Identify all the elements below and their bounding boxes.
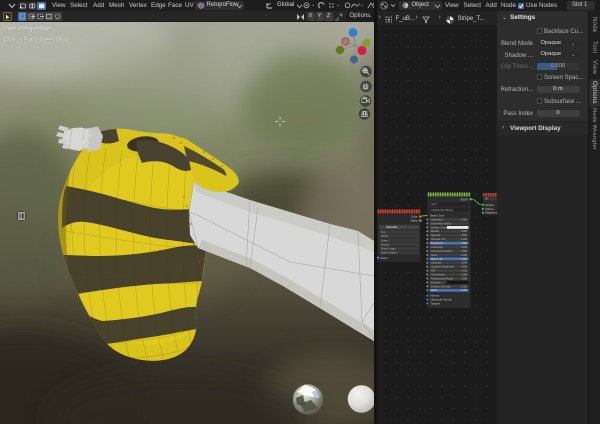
svg-text:0.000: 0.000 — [461, 238, 468, 241]
svg-text:0.000: 0.000 — [461, 277, 468, 280]
svg-text:0.500: 0.500 — [461, 234, 468, 237]
svg-text:0.000: 0.000 — [461, 273, 468, 276]
svg-text:Base Color: Base Color — [430, 213, 444, 217]
svg-text:Tangent: Tangent — [430, 301, 440, 305]
svg-text:(0) F_uBody_BeeTShirt: (0) F_uBody_BeeTShirt — [4, 37, 69, 44]
svg-text:Emission Strength: Emission Strength — [431, 285, 451, 288]
svg-text:BSDF: BSDF — [460, 197, 468, 201]
svg-text:Alpha: Alpha — [410, 218, 418, 222]
svg-text:Vector: Vector — [380, 255, 388, 259]
svg-text:Displacem...: Displacem... — [485, 210, 498, 214]
svg-text:1.000: 1.000 — [461, 289, 468, 292]
svg-text:0.000: 0.000 — [461, 230, 468, 233]
svg-text:0.030: 0.030 — [461, 265, 468, 268]
svg-text:Specular Tint: Specular Tint — [431, 238, 445, 241]
svg-text:Sheen Tint: Sheen Tint — [431, 257, 443, 260]
svg-text:Normal: Normal — [430, 293, 439, 297]
svg-text:Manual3: Manual3 — [386, 225, 397, 229]
svg-text:Clearcoat: Clearcoat — [431, 261, 442, 264]
svg-text:User Perspective: User Perspective — [4, 26, 52, 33]
svg-text:Anisotropic: Anisotropic — [431, 245, 444, 248]
svg-text:Transmission: Transmission — [431, 273, 446, 276]
svg-text:Sheen: Sheen — [431, 253, 439, 256]
svg-text:sRGB: sRGB — [381, 235, 388, 238]
svg-text:IOR: IOR — [431, 269, 436, 272]
svg-text:Single Image: Single Image — [381, 247, 396, 250]
svg-text:1.450: 1.450 — [461, 269, 468, 272]
svg-text:Clearcoat Normal: Clearcoat Normal — [430, 297, 451, 301]
svg-text:Surface: Surface — [485, 202, 494, 206]
svg-text:0.500: 0.500 — [461, 257, 468, 260]
svg-text:Subsurface Radius: Subsurface Radius — [431, 222, 452, 225]
svg-text:Transmission Rough...: Transmission Rough... — [431, 277, 455, 280]
svg-text:Volume: Volume — [485, 206, 494, 210]
svg-text:Christensen-Burley: Christensen-Burley — [431, 207, 454, 211]
svg-text:0.000: 0.000 — [461, 218, 468, 221]
svg-text:Specular: Specular — [431, 234, 441, 237]
svg-text:Subsurface: Subsurface — [431, 218, 444, 221]
svg-text:Emission: Emission — [431, 281, 441, 284]
svg-text:Alpha: Alpha — [431, 289, 438, 292]
svg-text:1.000: 1.000 — [461, 285, 468, 288]
svg-text:0.500: 0.500 — [461, 242, 468, 245]
svg-text:All: All — [485, 197, 488, 200]
svg-text:GGX: GGX — [431, 202, 437, 206]
svg-text:0.000: 0.000 — [461, 245, 468, 248]
svg-text:0.000: 0.000 — [461, 253, 468, 256]
svg-text:Alpha Straight: Alpha Straight — [381, 251, 397, 254]
svg-text:0.000: 0.000 — [461, 249, 468, 252]
svg-text:Repeat: Repeat — [381, 243, 389, 246]
svg-text:Metallic: Metallic — [431, 230, 440, 233]
svg-text:Roughness: Roughness — [431, 242, 444, 245]
svg-text:Subsurf. Color: Subsurf. Color — [431, 226, 446, 229]
svg-text:Clearcoat Roughness: Clearcoat Roughness — [431, 265, 455, 268]
svg-text:Linear: Linear — [381, 239, 388, 242]
svg-text:Flat: Flat — [381, 231, 385, 234]
svg-text:Anisotropic Rotation: Anisotropic Rotation — [431, 249, 453, 252]
svg-text:0.000: 0.000 — [461, 261, 468, 264]
